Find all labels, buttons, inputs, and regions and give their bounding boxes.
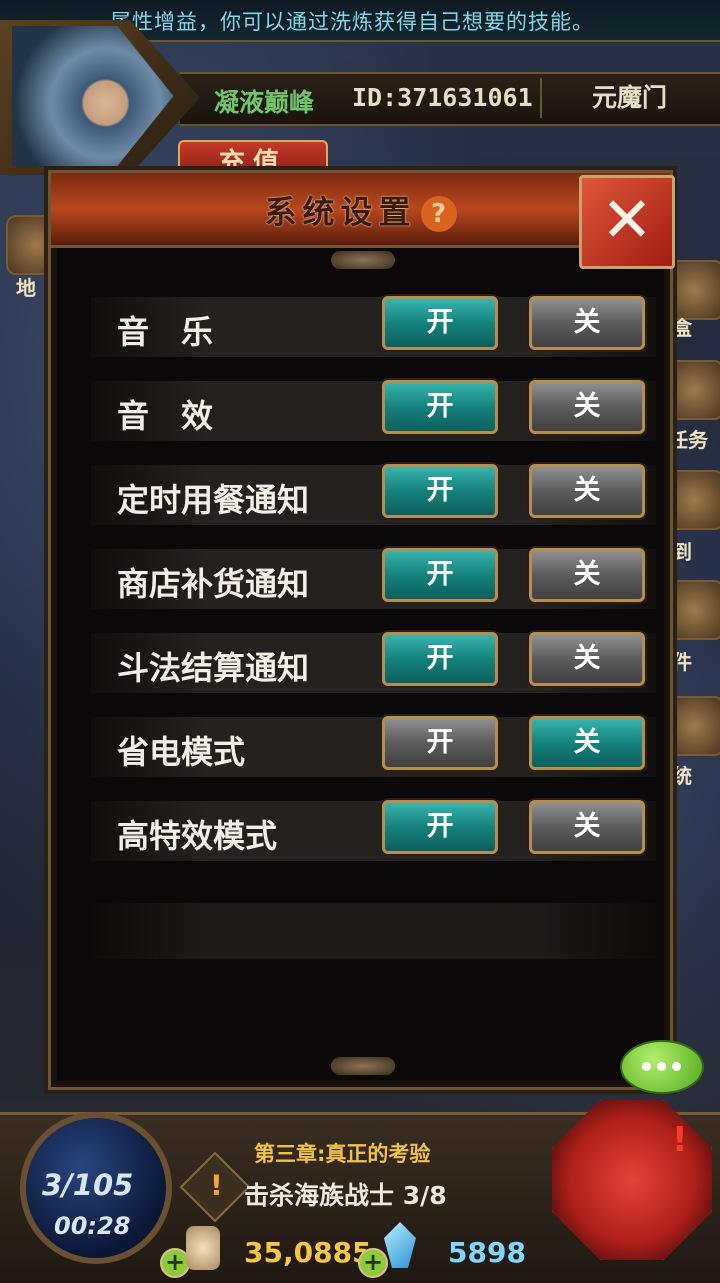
- dialog-title: 系统设置?: [51, 187, 670, 233]
- toggle-off-button[interactable]: 关: [529, 296, 645, 350]
- settings-row: 音 效 开关: [91, 380, 656, 441]
- settings-row: 省电模式 开关: [91, 716, 656, 777]
- player-name: 凝液巅峰: [214, 88, 315, 117]
- setting-label: 音 乐: [117, 313, 214, 351]
- empty-settings-row: [91, 903, 656, 959]
- settings-row: 定时用餐通知 开关: [91, 464, 656, 525]
- player-sect: 元魔门: [540, 78, 717, 118]
- setting-label: 定时用餐通知: [117, 481, 310, 519]
- quest-alert-glyph: !: [210, 1168, 223, 1202]
- toggle-on-button[interactable]: 开: [382, 716, 498, 770]
- wave-timer: 00:28: [54, 1212, 131, 1240]
- dialog-header: 系统设置?: [51, 173, 670, 248]
- setting-label: 斗法结算通知: [117, 649, 310, 687]
- bottom-ornament: [331, 1057, 395, 1075]
- add-gem-button[interactable]: +: [358, 1248, 388, 1278]
- close-button[interactable]: ✕: [579, 175, 675, 269]
- toggle-off-button[interactable]: 关: [529, 464, 645, 518]
- setting-label: 高特效模式: [117, 817, 278, 855]
- chest-label: 盒: [672, 316, 692, 340]
- help-icon[interactable]: ?: [420, 196, 457, 232]
- dialog-title-text: 系统设置: [264, 193, 417, 231]
- toggle-on-button[interactable]: 开: [382, 632, 498, 686]
- spirit-stone-icon: [186, 1226, 220, 1270]
- setting-label: 商店补货通知: [117, 565, 310, 603]
- skill-alert-icon: !: [672, 1120, 688, 1160]
- top-ornament: [331, 251, 395, 269]
- setting-label: 音 效: [117, 397, 214, 435]
- toggle-on-button[interactable]: 开: [382, 800, 498, 854]
- mail-label: 件: [672, 650, 692, 674]
- chat-bubble-icon[interactable]: [620, 1040, 704, 1094]
- toggle-on-button[interactable]: 开: [382, 464, 498, 518]
- toggle-on-button[interactable]: 开: [382, 380, 498, 434]
- ticker-text: 属性增益，你可以通过洗炼获得自己想要的技能。: [110, 10, 594, 34]
- task-label: 任务: [668, 428, 708, 452]
- toggle-off-button[interactable]: 关: [529, 548, 645, 602]
- map-label: 地: [16, 276, 36, 300]
- player-id: ID:371631061: [352, 83, 533, 112]
- gem-amount: 5898: [448, 1236, 526, 1269]
- chapter-title[interactable]: 第三章:真正的考验: [254, 1138, 430, 1168]
- gold-amount: 35,0885: [244, 1236, 372, 1269]
- system-label: 统: [672, 764, 692, 788]
- toggle-off-button[interactable]: 关: [529, 716, 645, 770]
- settings-row: 斗法结算通知 开关: [91, 632, 656, 693]
- toggle-off-button[interactable]: 关: [529, 632, 645, 686]
- system-settings-dialog: 系统设置? ✕ 音 乐开关音 效开关定时用餐通知开关商店补货通知开关斗法结算通知…: [48, 170, 675, 1090]
- settings-row: 音 乐 开关: [91, 296, 656, 357]
- settings-list: 音 乐开关音 效开关定时用餐通知开关商店补货通知开关斗法结算通知开关省电模式开关…: [91, 296, 656, 885]
- player-info-bar: 凝液巅峰 ID:371631061 元魔门: [180, 72, 720, 126]
- setting-label: 省电模式: [117, 733, 246, 771]
- checkin-label: 到: [672, 540, 692, 564]
- wave-counter: 3/105: [42, 1168, 134, 1202]
- skill-button[interactable]: [552, 1100, 712, 1260]
- quest-progress[interactable]: 击杀海族战士 3/8: [244, 1176, 447, 1212]
- toggle-off-button[interactable]: 关: [529, 800, 645, 854]
- toggle-off-button[interactable]: 关: [529, 380, 645, 434]
- toggle-on-button[interactable]: 开: [382, 296, 498, 350]
- settings-row: 高特效模式 开关: [91, 800, 656, 861]
- settings-row: 商店补货通知 开关: [91, 548, 656, 609]
- toggle-on-button[interactable]: 开: [382, 548, 498, 602]
